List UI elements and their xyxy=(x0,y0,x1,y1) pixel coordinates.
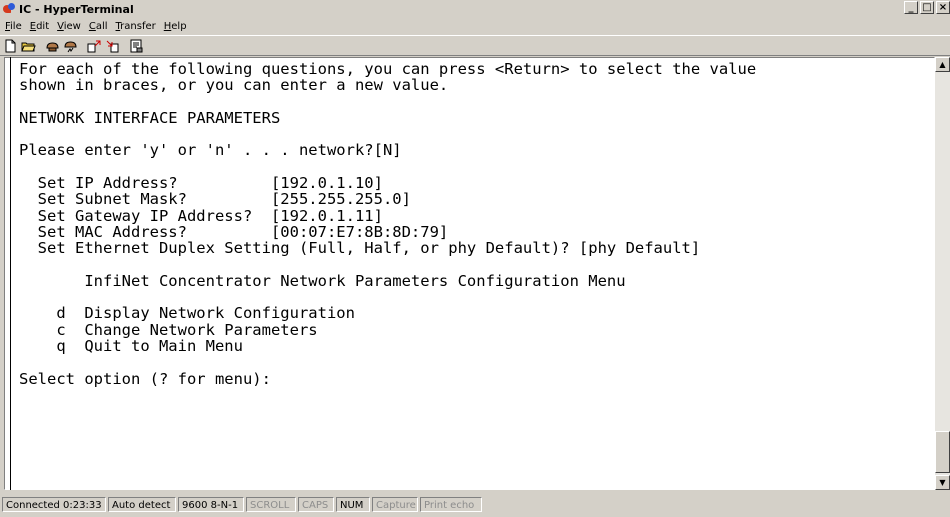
terminal-line: q Quit to Main Menu xyxy=(19,337,243,356)
menu-file[interactable]: File xyxy=(5,21,22,32)
terminal-output[interactable]: For each of the following questions, you… xyxy=(19,61,929,486)
menu-help[interactable]: Help xyxy=(164,21,187,32)
minimize-button[interactable]: _ xyxy=(904,1,918,14)
new-file-icon[interactable] xyxy=(2,38,18,53)
vertical-scrollbar[interactable]: ▲ ▼ xyxy=(935,57,950,490)
terminal-line: shown in braces, or you can enter a new … xyxy=(19,76,449,95)
properties-icon[interactable] xyxy=(128,38,144,53)
close-button[interactable]: × xyxy=(936,1,950,14)
status-capture: Capture xyxy=(372,497,418,512)
terminal-line: Set IP Address? [192.0.1.10] xyxy=(19,174,383,193)
scroll-thumb[interactable] xyxy=(935,431,950,473)
maximize-button[interactable]: □ xyxy=(920,1,934,14)
status-auto-detect: Auto detect xyxy=(108,497,176,512)
disconnect-icon[interactable] xyxy=(62,38,78,53)
scroll-down-button[interactable]: ▼ xyxy=(935,475,950,490)
menu-transfer[interactable]: Transfer xyxy=(116,21,156,32)
terminal-line: Please enter 'y' or 'n' . . . network?[N… xyxy=(19,141,402,160)
terminal-line: Select option (? for menu): xyxy=(19,369,271,388)
terminal-line: Set Ethernet Duplex Setting (Full, Half,… xyxy=(19,239,701,258)
terminal-line: Set Gateway IP Address? [192.0.1.11] xyxy=(19,206,383,225)
terminal-line: Set MAC Address? [00:07:E7:8B:8D:79] xyxy=(19,222,449,241)
status-caps: CAPS xyxy=(298,497,334,512)
terminal-line: d Display Network Configuration xyxy=(19,304,355,323)
window-controls: _ □ × xyxy=(902,1,950,14)
status-num: NUM xyxy=(336,497,370,512)
hyperterminal-icon[interactable] xyxy=(2,2,16,16)
terminal-line: Set Subnet Mask? [255.255.255.0] xyxy=(19,190,411,209)
menu-view[interactable]: View xyxy=(57,21,81,32)
menu-bar: File Edit View Call Transfer Help xyxy=(0,18,950,35)
terminal-line: For each of the following questions, you… xyxy=(19,61,757,78)
status-bar: Connected 0:23:33 Auto detect 9600 8-N-1… xyxy=(0,492,950,517)
send-icon[interactable] xyxy=(86,38,102,53)
scroll-up-button[interactable]: ▲ xyxy=(935,57,950,72)
terminal-line: InfiNet Concentrator Network Parameters … xyxy=(19,271,626,290)
call-icon[interactable] xyxy=(44,38,60,53)
terminal-line: NETWORK INTERFACE PARAMETERS xyxy=(19,108,281,127)
toolbar xyxy=(0,35,950,56)
status-port-settings: 9600 8-N-1 xyxy=(178,497,244,512)
window-title: IC - HyperTerminal xyxy=(19,2,134,16)
menu-call[interactable]: Call xyxy=(89,21,108,32)
menu-edit[interactable]: Edit xyxy=(30,21,49,32)
terminal-line: c Change Network Parameters xyxy=(19,320,318,339)
open-folder-icon[interactable] xyxy=(20,38,36,53)
receive-icon[interactable] xyxy=(104,38,120,53)
status-print-echo: Print echo xyxy=(420,497,482,512)
status-scroll: SCROLL xyxy=(246,497,296,512)
status-connected: Connected 0:23:33 xyxy=(2,497,106,512)
title-bar: IC - HyperTerminal _ □ × xyxy=(0,0,950,18)
